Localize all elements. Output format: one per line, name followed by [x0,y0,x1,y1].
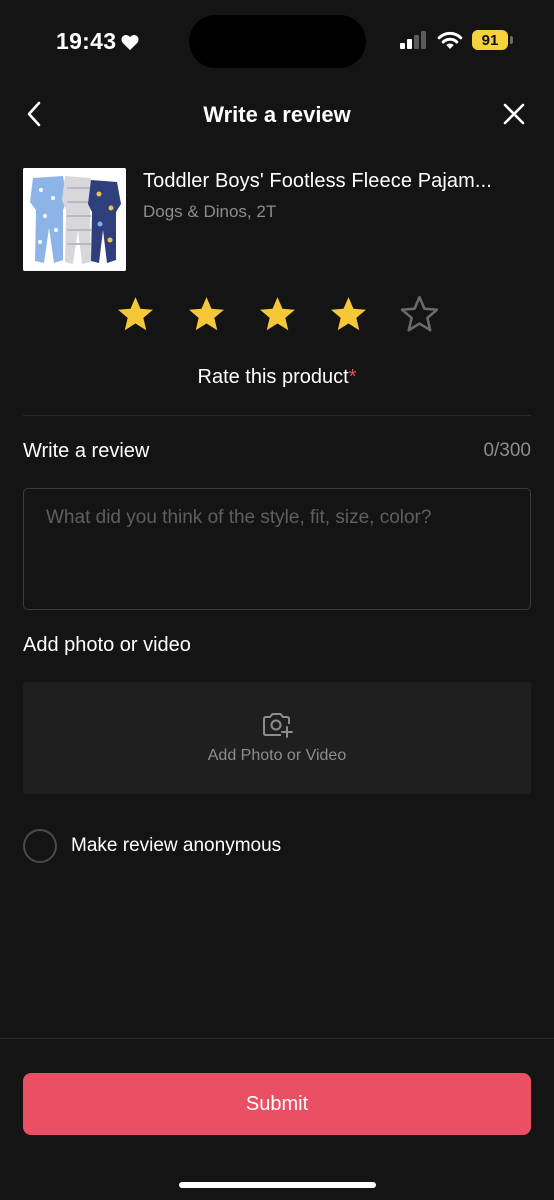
star-filled-icon[interactable] [328,294,369,335]
battery-icon: 91 [472,30,513,50]
add-photo-video-button[interactable]: Add Photo or Video [23,682,531,794]
divider [23,415,531,416]
status-indicators: 91 [400,30,513,50]
product-variant: Dogs & Dinos, 2T [143,202,277,221]
close-icon [503,103,525,125]
product-pajamas-image [23,168,126,271]
wifi-icon [437,31,463,49]
review-textarea[interactable] [23,488,531,610]
product-name[interactable]: Toddler Boys' Footless Fleece Pajam... [143,170,492,193]
anonymous-radio[interactable] [23,829,57,863]
product-info: Toddler Boys' Footless Fleece Pajam... D… [143,170,492,271]
home-indicator [179,1182,376,1188]
product-summary: Toddler Boys' Footless Fleece Pajam... D… [23,168,531,271]
close-button[interactable] [498,98,530,130]
camera-plus-icon [263,713,293,738]
cellular-signal-icon [400,31,426,49]
product-image [23,168,126,271]
header: Write a review [0,90,554,140]
star-filled-icon[interactable] [115,294,156,335]
page-title: Write a review [203,102,351,127]
status-bar: 19:43 91 [0,0,554,82]
write-review-screen: 19:43 91 Write a review Toddler Boys' Fo… [0,0,554,1200]
add-photo-video-label: Add Photo or Video [207,747,347,764]
character-counter: 0/300 [483,440,531,461]
media-section-title: Add photo or video [23,634,191,656]
rating-label-text: Rate this product [197,366,349,388]
star-rating [0,294,554,335]
submit-button[interactable]: Submit [23,1073,531,1135]
bottom-divider [0,1038,554,1039]
required-mark: * [348,366,357,388]
star-filled-icon[interactable] [257,294,298,335]
review-section-title: Write a review [23,440,150,462]
heart-icon [121,34,139,50]
status-time-group: 19:43 [56,28,140,55]
star-empty-icon[interactable] [399,294,440,335]
status-time: 19:43 [56,28,117,54]
anonymous-toggle[interactable]: Make review anonymous [23,829,281,863]
rating-label: Rate this product* [0,366,554,389]
battery-level: 91 [481,31,499,49]
star-filled-icon[interactable] [186,294,227,335]
anonymous-label: Make review anonymous [71,835,282,856]
dynamic-island [189,15,366,68]
